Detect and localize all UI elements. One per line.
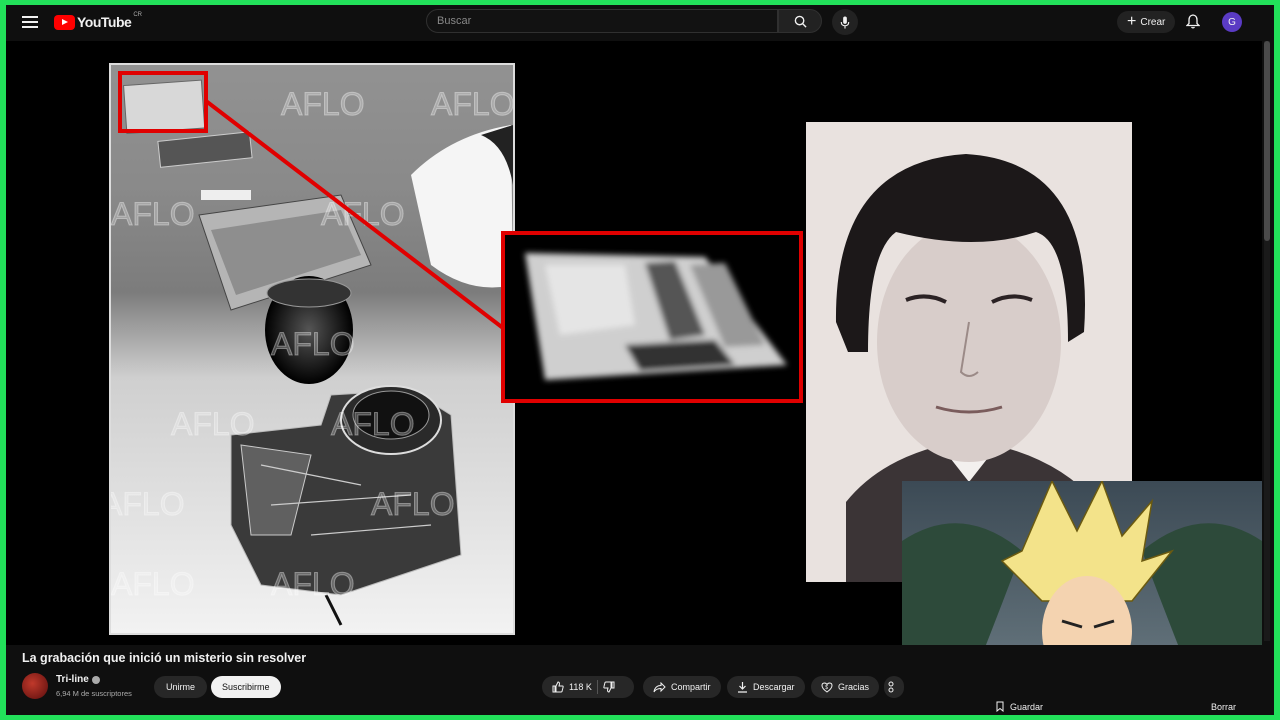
page-scrollbar[interactable] [1264,41,1270,641]
save-label: Guardar [1010,701,1044,712]
save-row: Guardar Borrar [976,699,1260,715]
create-button[interactable]: + Crear [1117,11,1176,33]
share-button[interactable]: Compartir [643,676,721,698]
youtube-logo[interactable]: YouTube CR [54,12,142,30]
highlight-box [118,71,208,133]
save-button[interactable]: Guardar [996,701,1043,712]
thumbs-up-icon [552,681,564,693]
highlight-connector [204,99,505,330]
like-divider [596,680,598,694]
notifications-button[interactable] [1185,14,1201,34]
menu-icon[interactable] [20,13,40,31]
bell-icon [1185,14,1201,29]
download-icon [738,682,747,693]
join-button[interactable]: Unirme [154,676,208,698]
share-label: Compartir [671,682,711,692]
video-title: La grabación que inició un misterio sin … [22,651,307,665]
screen-frame: YouTube CR + Crear G [6,5,1274,715]
share-icon [653,681,666,692]
brand-name: YouTube [77,14,132,30]
svg-text:$: $ [825,685,828,691]
like-button[interactable]: 118 K [552,681,592,693]
create-label: Crear [1140,16,1166,28]
video-player[interactable]: AFLO AFLO AFLO AFLO AFLO AFLO AFLO AFLO … [6,41,1262,645]
like-count: 118 K [569,682,592,692]
channel-name-text: Tri-line [56,674,89,685]
microphone-icon [840,15,850,29]
account-avatar[interactable]: G [1222,12,1242,32]
heart-dollar-icon: $ [821,681,833,693]
search-box [426,9,778,33]
subscribe-button[interactable]: Suscribirme [211,676,281,698]
region-code: CR [133,12,142,18]
thumbs-down-icon[interactable] [603,681,615,693]
channel-avatar[interactable] [22,673,48,699]
clear-button[interactable]: Borrar [1211,702,1236,712]
search-icon [794,15,807,28]
bookmark-icon [996,701,1004,712]
clip-icon [888,681,894,693]
voice-search-button[interactable] [832,9,858,35]
top-bar: YouTube CR + Crear G [6,5,1274,39]
subscriber-count: 6,94 M de suscriptores [56,689,132,698]
thanks-button[interactable]: $ Gracias [811,676,880,698]
search-button[interactable] [778,9,822,33]
zoomed-detail [501,231,803,403]
youtube-play-icon [54,14,75,30]
channel-name[interactable]: Tri-line [56,674,100,685]
plus-icon: + [1127,13,1137,30]
verified-icon [91,675,100,684]
like-dislike-group: 118 K [542,676,634,698]
streamer-overlay [902,481,1262,645]
more-actions-button[interactable] [884,676,904,698]
download-button[interactable]: Descargar [727,676,805,698]
search-input[interactable] [427,10,777,32]
thanks-label: Gracias [838,682,870,692]
download-label: Descargar [753,682,795,692]
